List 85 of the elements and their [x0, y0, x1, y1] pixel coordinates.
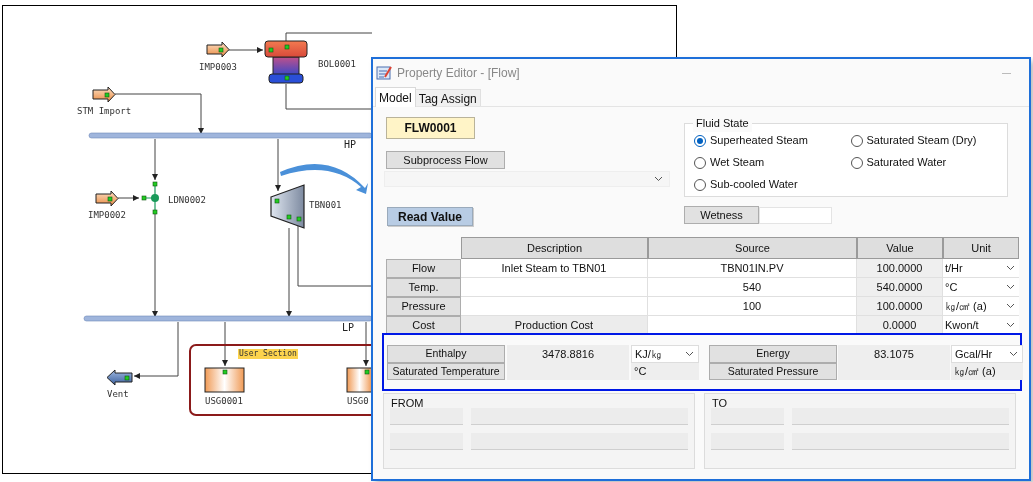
table-cell: 100.0000 [857, 259, 943, 278]
tag-label: FLW0001 [386, 117, 475, 139]
radio-button[interactable] [694, 156, 706, 169]
property-label-button[interactable]: Energy [709, 344, 837, 363]
column-header: Unit [943, 237, 1019, 259]
table-cell[interactable] [461, 297, 648, 316]
node-label: STM Import [77, 106, 132, 116]
editor-app-icon [376, 65, 392, 81]
user-unit-icon [346, 367, 373, 393]
empty-field[interactable] [471, 433, 688, 450]
node-label: USG0 [347, 396, 369, 406]
radio-label: Wet Steam [710, 155, 765, 171]
column-header: Description [461, 237, 648, 259]
column-header: Value [857, 237, 943, 259]
empty-field[interactable] [792, 433, 1009, 450]
subprocess-dropdown[interactable] [384, 171, 670, 187]
caret-icon [1006, 303, 1015, 309]
node-label: LDN0002 [168, 195, 206, 205]
empty-field[interactable] [471, 408, 688, 425]
subprocess-flow-button[interactable]: Subprocess Flow [386, 151, 505, 169]
caret-icon [1006, 265, 1015, 271]
window-title: Property Editor - [Flow] [397, 65, 520, 82]
column-header: Source [648, 237, 857, 259]
value-field: 3478.8816 [507, 344, 629, 363]
vent-arrow-icon [106, 369, 133, 386]
unit-dropdown[interactable]: °C [943, 278, 1019, 297]
import-arrow-icon [95, 190, 119, 207]
unit-dropdown[interactable]: t/Hr [943, 259, 1019, 278]
caret-icon [1006, 322, 1015, 328]
radio-button[interactable] [850, 134, 863, 147]
tab[interactable]: Tag Assign [415, 89, 481, 106]
curved-arrow-icon [280, 164, 368, 194]
radio-label: Sub-cooled Water [710, 177, 798, 193]
node-label: IMP0003 [199, 62, 237, 72]
value-field: 83.1075 [838, 344, 950, 363]
boiler-icon [264, 40, 308, 84]
empty-field[interactable] [390, 408, 463, 425]
node-label: TBN001 [309, 200, 342, 210]
radio-label: Saturated Steam (Dry) [866, 133, 977, 149]
read-value-button[interactable]: Read Value [387, 207, 473, 226]
table-cell[interactable]: TBN01IN.PV [648, 259, 857, 278]
property-label-button[interactable]: Enthalpy [387, 344, 505, 363]
section-label: User Section [238, 349, 298, 359]
import-arrow-icon [92, 86, 116, 103]
header-label: LP [342, 322, 355, 333]
radio-button[interactable] [694, 178, 706, 191]
empty-field[interactable] [792, 408, 1009, 425]
valve-icon [141, 181, 159, 215]
caret-icon [1009, 350, 1018, 357]
node-label: Vent [107, 389, 129, 399]
unit-dropdown[interactable]: KJ/㎏ [631, 344, 699, 363]
unit-dropdown[interactable]: ㎏/㎠ (a) [943, 297, 1019, 316]
row-header-button[interactable]: Pressure [386, 297, 461, 316]
node-label: USG0001 [205, 396, 243, 406]
table-cell[interactable] [461, 278, 648, 297]
tab[interactable]: Model [375, 87, 416, 107]
unit-dropdown[interactable]: Gcal/Hr [951, 344, 1023, 363]
table-cell[interactable]: Inlet Steam to TBN01 [461, 259, 648, 278]
radio-button[interactable] [850, 156, 863, 169]
empty-field[interactable] [711, 433, 784, 450]
row-header-button[interactable]: Flow [386, 259, 461, 278]
table-cell[interactable]: 100 [648, 297, 857, 316]
import-arrow-icon [206, 41, 230, 58]
caret-icon [654, 176, 663, 182]
minimize-icon[interactable] [1002, 72, 1011, 74]
user-unit-icon [204, 367, 245, 393]
radio-label: Saturated Water [866, 155, 947, 171]
radio-button[interactable] [694, 134, 706, 147]
header-label: HP [344, 139, 357, 150]
node-label: BOL0001 [318, 59, 356, 69]
empty-field[interactable] [390, 433, 463, 450]
caret-icon [685, 350, 694, 357]
group-title: FROM [391, 396, 424, 411]
caret-icon [1006, 284, 1015, 290]
group-title: TO [712, 396, 728, 411]
table-cell: 100.0000 [857, 297, 943, 316]
radio-label: Superheated Steam [710, 133, 808, 149]
wetness-field[interactable] [759, 207, 832, 224]
empty-field[interactable] [711, 408, 784, 425]
table-cell: 540.0000 [857, 278, 943, 297]
node-label: IMP0002 [88, 210, 126, 220]
table-cell[interactable]: 540 [648, 278, 857, 297]
wetness-button[interactable]: Wetness [684, 206, 759, 224]
row-header-button[interactable]: Temp. [386, 278, 461, 297]
turbine-icon [270, 184, 305, 229]
